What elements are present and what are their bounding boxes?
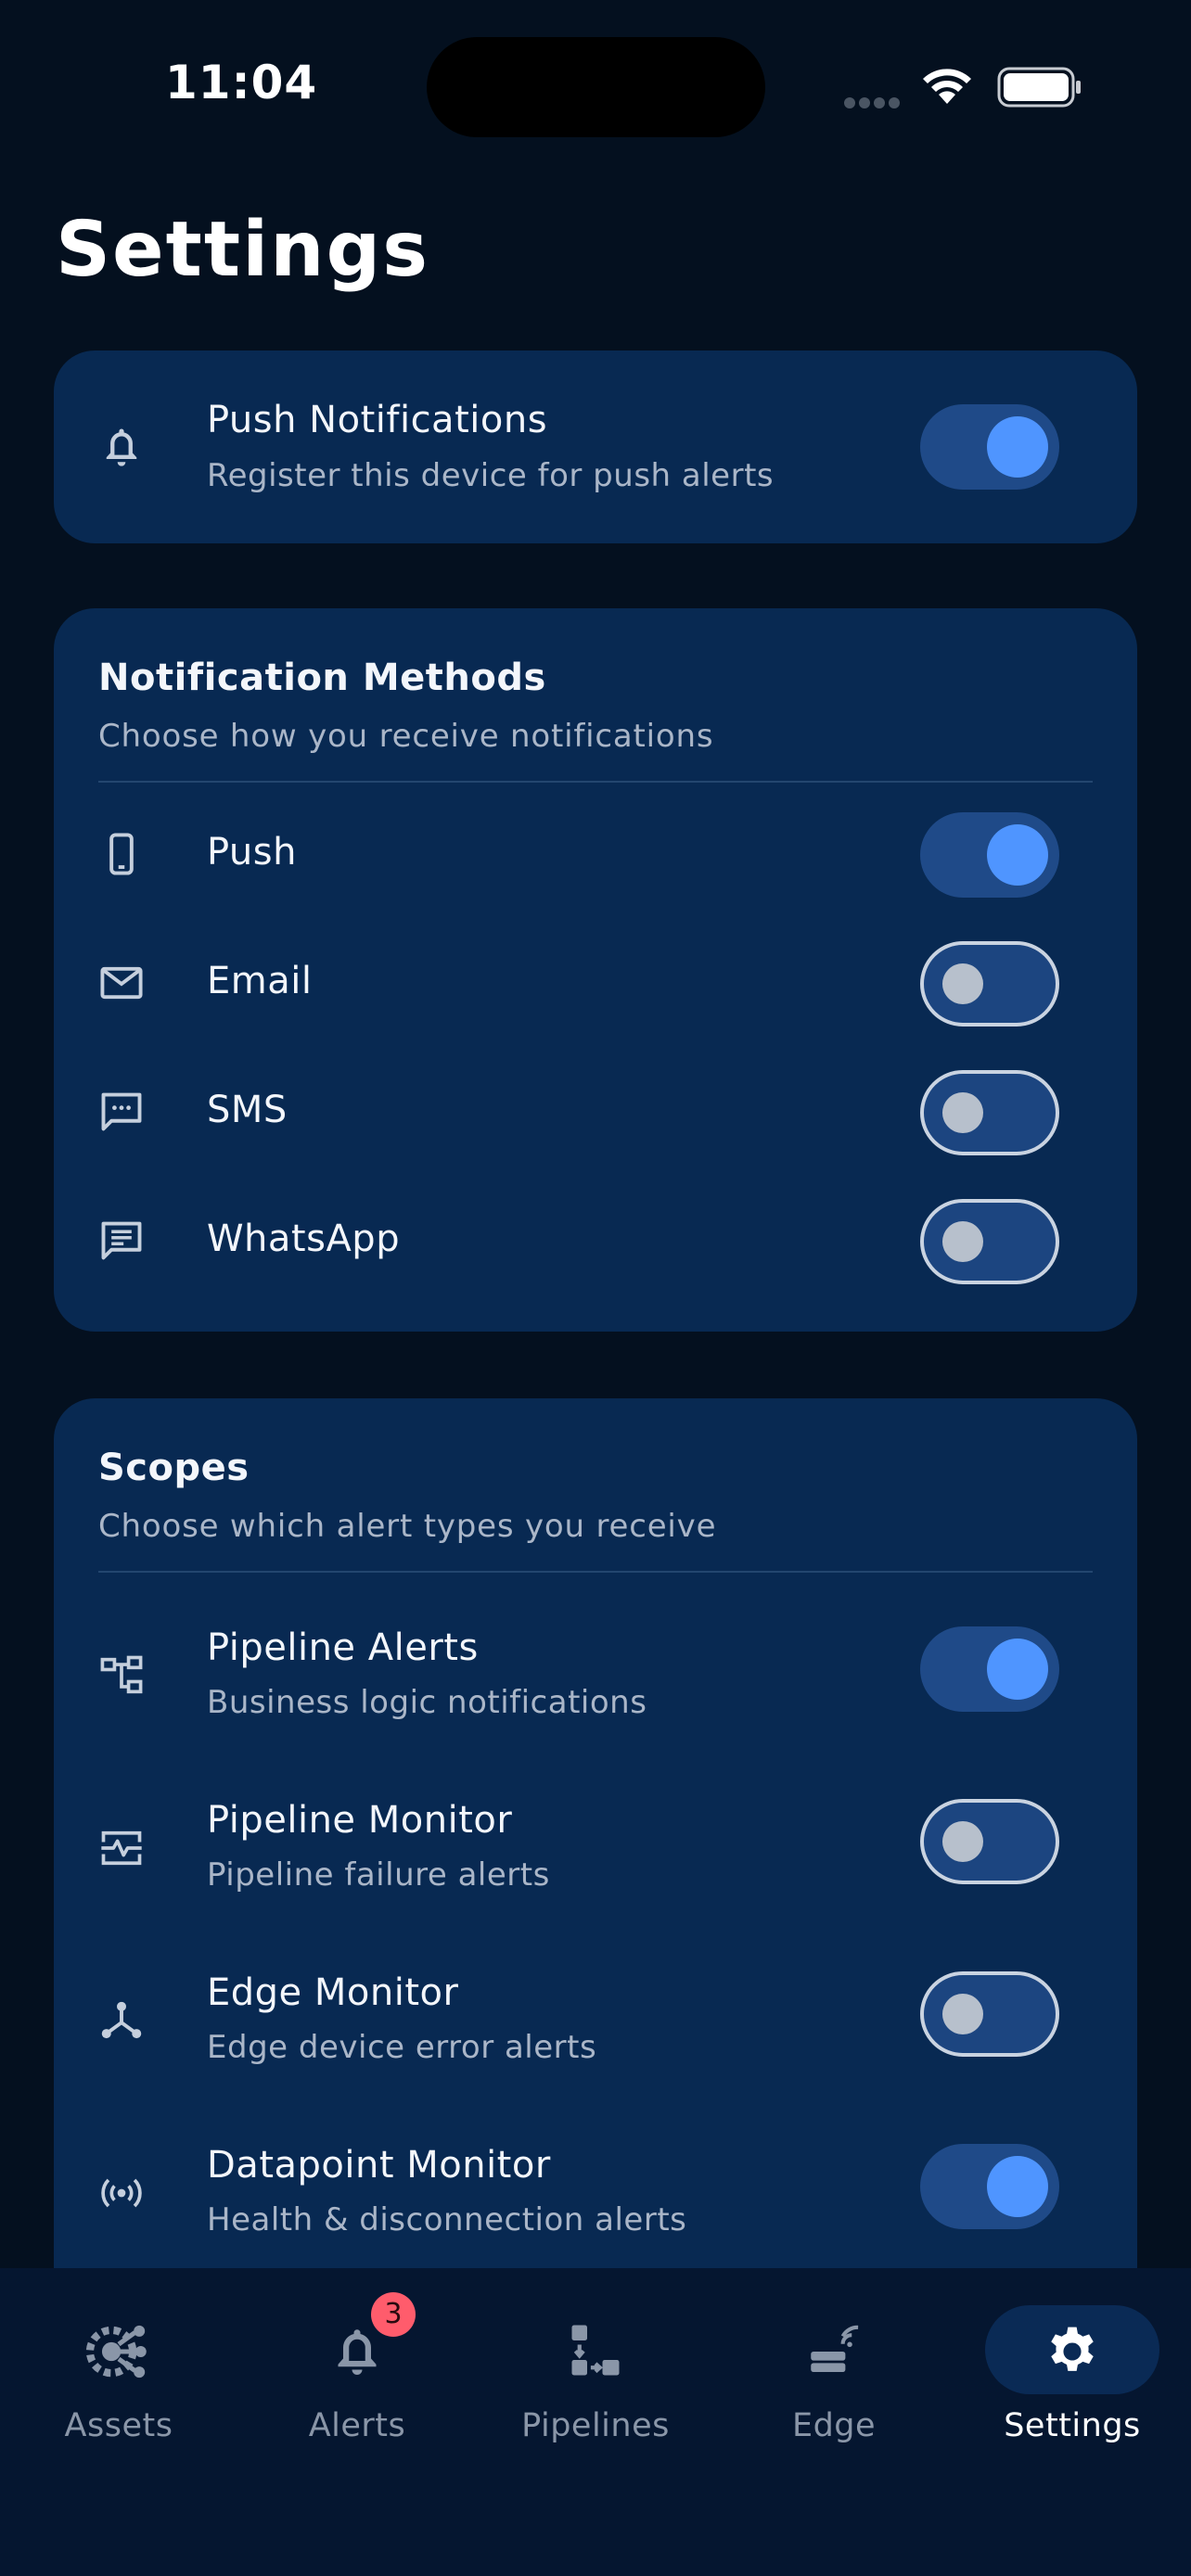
toggle-knob [942,963,983,1004]
flow-icon [95,1649,148,1702]
push-notifications-row[interactable]: Push Notifications Register this device … [54,351,1137,543]
scope-description: Business logic notifications [207,1684,647,1721]
scope-description: Pipeline failure alerts [207,1856,550,1894]
hub-icon [95,1994,148,2047]
push-notifications-card: Push Notifications Register this device … [54,351,1137,543]
edge-monitor-toggle[interactable] [920,1971,1059,2057]
scope-title: Datapoint Monitor [207,2144,551,2187]
push-notifications-subtitle: Register this device for push alerts [207,457,775,494]
scope-row-pipeline-monitor[interactable]: Pipeline Monitor Pipeline failure alerts [54,1756,1137,1929]
tab-assets[interactable]: Assets [26,2305,211,2444]
dynamic-island [427,37,765,137]
phone-icon [95,827,148,881]
method-label: Email [207,960,313,1002]
method-row-email[interactable]: Email [54,923,1137,1043]
email-method-toggle[interactable] [920,941,1059,1027]
method-label: WhatsApp [207,1218,401,1260]
monitor-icon [95,1821,148,1875]
tab-alerts[interactable]: 3 Alerts [264,2292,450,2444]
scope-description: Edge device error alerts [207,2029,597,2066]
mail-icon [95,956,148,1010]
tab-label: Alerts [308,2407,406,2444]
method-row-sms[interactable]: SMS [54,1052,1137,1172]
whatsapp-method-toggle[interactable] [920,1199,1059,1284]
battery-icon [997,67,1082,111]
settings-gear-icon [980,2305,1165,2398]
tab-settings[interactable]: Settings [980,2305,1165,2444]
scope-title: Edge Monitor [207,1971,459,2014]
scope-row-datapoint-monitor[interactable]: Datapoint Monitor Health & disconnection… [54,2101,1137,2274]
section-title: Scopes [98,1447,250,1489]
cellular-signal-icon [844,95,903,112]
tab-bar: Assets 3 Alerts Pipelines Edge Settings [0,2268,1191,2576]
bell-outline-icon [95,420,148,474]
section-subtitle: Choose which alert types you receive [98,1508,717,1545]
toggle-knob [942,1092,983,1133]
scope-row-edge-monitor[interactable]: Edge Monitor Edge device error alerts [54,1929,1137,2101]
status-bar: 11:04 [0,0,1191,176]
push-notifications-toggle[interactable] [920,404,1059,490]
push-notifications-title: Push Notifications [207,399,548,441]
sms-icon [95,1085,148,1139]
toggle-knob [942,1221,983,1262]
toggle-knob [987,1639,1048,1700]
scope-title: Pipeline Alerts [207,1626,479,1669]
edge-device-icon [741,2305,927,2398]
page-title: Settings [56,206,430,294]
status-time: 11:04 [165,56,318,109]
scopes-card: Scopes Choose which alert types you rece… [54,1398,1137,2326]
notification-methods-card: Notification Methods Choose how you rece… [54,608,1137,1332]
toggle-knob [942,1821,983,1862]
method-label: SMS [207,1089,288,1131]
scope-description: Health & disconnection alerts [207,2201,687,2238]
method-row-push[interactable]: Push [54,794,1137,914]
signal-icon [95,2166,148,2220]
section-subtitle: Choose how you receive notifications [98,718,714,755]
method-label: Push [207,831,297,874]
toggle-knob [987,2156,1048,2217]
tab-label: Edge [791,2407,877,2444]
toggle-knob [987,416,1048,478]
message-icon [95,1214,148,1268]
method-row-whatsapp[interactable]: WhatsApp [54,1180,1137,1301]
pipeline-monitor-toggle[interactable] [920,1799,1059,1884]
section-title: Notification Methods [98,657,546,699]
tab-label: Pipelines [521,2407,670,2444]
tab-pipelines[interactable]: Pipelines [503,2305,688,2444]
datapoint-monitor-toggle[interactable] [920,2144,1059,2229]
scope-title: Pipeline Monitor [207,1799,513,1842]
divider [98,781,1093,783]
toggle-knob [987,824,1048,886]
wifi-icon [918,63,976,109]
tab-label: Settings [1004,2407,1141,2444]
push-method-toggle[interactable] [920,812,1059,898]
tab-edge[interactable]: Edge [741,2305,927,2444]
sms-method-toggle[interactable] [920,1070,1059,1155]
toggle-knob [942,1994,983,2034]
scope-row-pipeline-alerts[interactable]: Pipeline Alerts Business logic notificat… [54,1584,1137,1756]
assets-gear-icon [26,2305,211,2398]
alerts-count-badge: 3 [371,2292,416,2337]
divider [98,1571,1093,1573]
pipeline-alerts-toggle[interactable] [920,1626,1059,1712]
pipelines-icon [503,2305,688,2398]
tab-label: Assets [64,2407,173,2444]
bell-icon: 3 [264,2292,450,2398]
